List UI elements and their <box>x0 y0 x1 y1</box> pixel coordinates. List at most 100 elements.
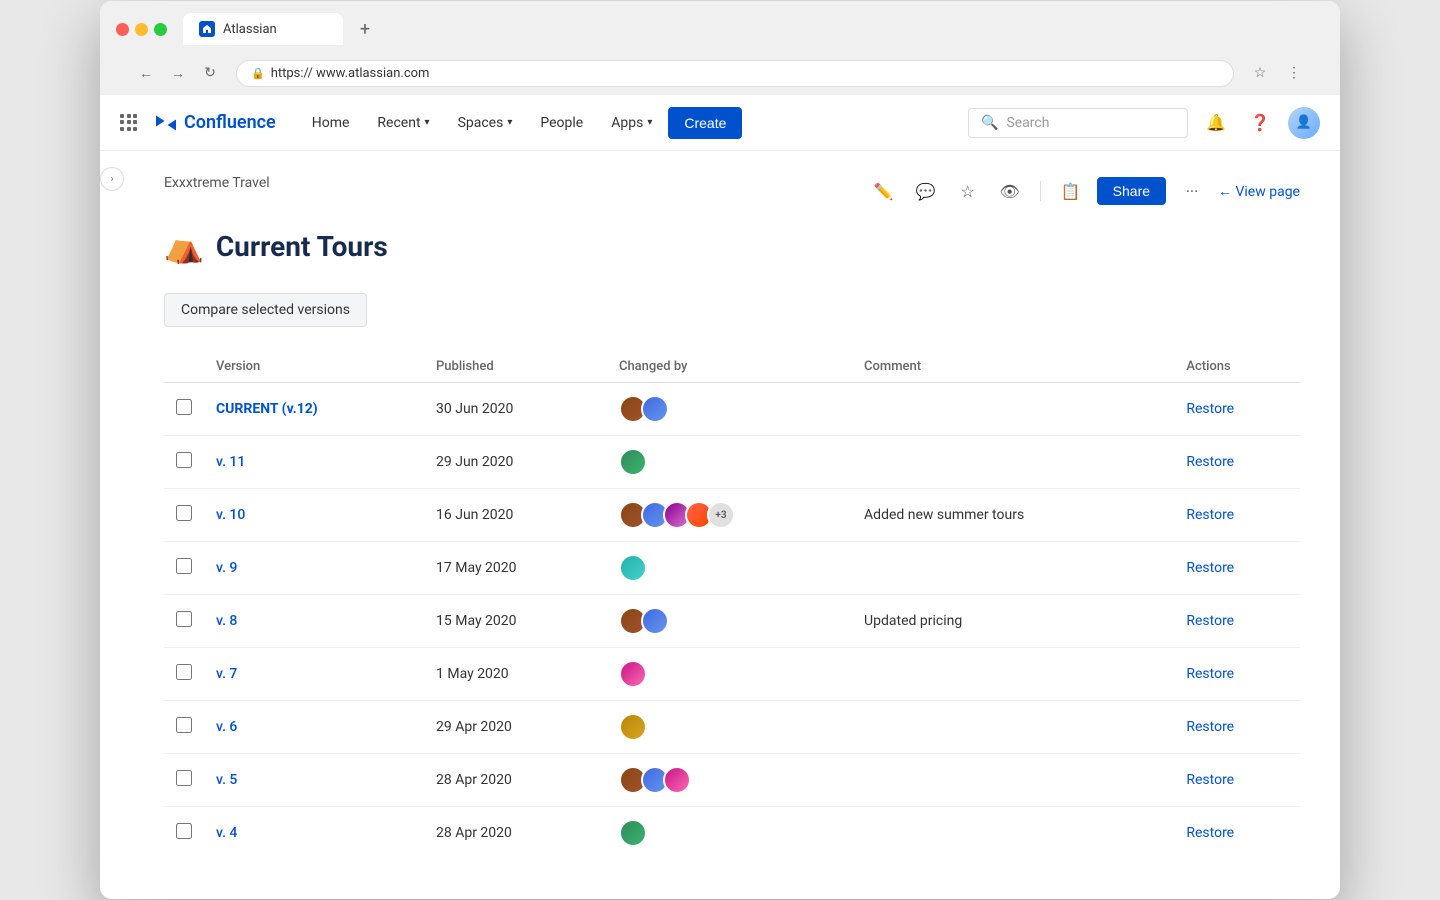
version-checkbox[interactable] <box>176 770 192 786</box>
sidebar-toggle: › <box>100 151 124 899</box>
table-row: v. 9 17 May 2020 Restore <box>164 542 1300 595</box>
version-checkbox[interactable] <box>176 611 192 627</box>
share-button[interactable]: Share <box>1097 177 1166 205</box>
help-button[interactable]: ❓ <box>1244 107 1276 139</box>
version-link[interactable]: v. 4 <box>216 825 237 841</box>
confluence-logo-text: Confluence <box>184 112 276 133</box>
version-comment <box>852 701 1174 754</box>
star-button[interactable]: ☆ <box>1246 59 1274 87</box>
restore-button[interactable]: Restore <box>1186 613 1234 629</box>
changed-by-avatars <box>607 701 852 754</box>
toggle-sidebar-button[interactable]: › <box>100 167 124 191</box>
restore-button[interactable]: Restore <box>1186 666 1234 682</box>
search-box[interactable]: 🔍 Search <box>968 108 1188 138</box>
more-button[interactable]: ⋮ <box>1280 59 1308 87</box>
comment-button[interactable]: 💬 <box>910 175 942 207</box>
active-tab[interactable]: Atlassian <box>183 13 343 45</box>
version-link[interactable]: v. 7 <box>216 666 237 682</box>
avatar <box>663 766 691 794</box>
avatar-count: +3 <box>707 501 735 529</box>
table-row: v. 815 May 2020Updated pricingRestore <box>164 595 1300 648</box>
table-header-actions: Actions <box>1174 351 1300 383</box>
new-tab-button[interactable]: + <box>351 15 379 43</box>
restore-button[interactable]: Restore <box>1186 825 1234 841</box>
breadcrumb: Exxxtreme Travel <box>164 171 270 191</box>
version-link[interactable]: v. 9 <box>216 560 237 576</box>
restore-button[interactable]: Restore <box>1186 507 1234 523</box>
maximize-button[interactable] <box>154 23 167 36</box>
nav-spaces[interactable]: Spaces ▾ <box>446 107 525 139</box>
version-comment <box>852 754 1174 807</box>
breadcrumb-item: Exxxtreme Travel <box>164 175 270 191</box>
top-nav: Confluence Home Recent ▾ Spaces ▾ People <box>100 95 1340 151</box>
reload-button[interactable]: ↻ <box>196 59 224 87</box>
version-link[interactable]: v. 11 <box>216 454 245 470</box>
version-comment <box>852 542 1174 595</box>
version-checkbox[interactable] <box>176 452 192 468</box>
page-actions: ✏️ 💬 ☆ 👁 📋 Share ··· ← View page <box>868 175 1300 207</box>
version-checkbox[interactable] <box>176 717 192 733</box>
version-checkbox[interactable] <box>176 664 192 680</box>
version-checkbox[interactable] <box>176 823 192 839</box>
version-comment <box>852 383 1174 436</box>
published-date: 16 Jun 2020 <box>424 489 607 542</box>
view-page-button[interactable]: ← View page <box>1218 183 1300 200</box>
watch-button[interactable]: 👁 <box>994 175 1026 207</box>
browser-tabs: Atlassian + <box>116 13 1324 45</box>
confluence-logo[interactable]: Confluence <box>154 111 276 135</box>
more-options-button[interactable]: ··· <box>1176 175 1208 207</box>
notifications-button[interactable]: 🔔 <box>1200 107 1232 139</box>
restore-button[interactable]: Restore <box>1186 454 1234 470</box>
published-date: 15 May 2020 <box>424 595 607 648</box>
table-row: v. 1129 Jun 2020Restore <box>164 436 1300 489</box>
published-date: 28 Apr 2020 <box>424 754 607 807</box>
restore-button[interactable]: Restore <box>1186 772 1234 788</box>
table-row: v. 71 May 2020Restore <box>164 648 1300 701</box>
app-switcher-icon[interactable] <box>120 114 138 132</box>
edit-button[interactable]: ✏️ <box>868 175 900 207</box>
restore-button[interactable]: Restore <box>1186 719 1234 735</box>
version-link[interactable]: v. 5 <box>216 772 237 788</box>
nav-recent[interactable]: Recent ▾ <box>365 107 441 139</box>
restore-button[interactable]: Restore <box>1186 401 1234 417</box>
nav-people[interactable]: People <box>528 107 595 139</box>
table-row: v. 1016 Jun 2020+3Added new summer tours… <box>164 489 1300 542</box>
version-link[interactable]: v. 8 <box>216 613 237 629</box>
version-checkbox[interactable] <box>176 399 192 415</box>
create-button[interactable]: Create <box>668 107 742 139</box>
version-table: Version Published Changed by Comment Act… <box>164 351 1300 859</box>
close-button[interactable] <box>116 23 129 36</box>
page-title: ⛺ Current Tours <box>164 227 1300 265</box>
restore-button[interactable]: Restore <box>1186 560 1234 576</box>
page-layout: › Exxxtreme Travel ✏️ 💬 ☆ 👁 📋 <box>100 151 1340 899</box>
star-page-button[interactable]: ☆ <box>952 175 984 207</box>
minimize-button[interactable] <box>135 23 148 36</box>
avatar <box>619 819 647 847</box>
url-bar[interactable]: 🔒 https:// www.atlassian.com <box>236 60 1234 87</box>
forward-button[interactable]: → <box>164 59 192 87</box>
browser-action-buttons: ☆ ⋮ <box>1246 59 1308 87</box>
traffic-lights <box>116 23 167 36</box>
nav-apps[interactable]: Apps ▾ <box>599 107 664 139</box>
nav-home[interactable]: Home <box>300 107 362 139</box>
copy-button[interactable]: 📋 <box>1055 175 1087 207</box>
changed-by-avatars <box>607 807 852 860</box>
spaces-chevron: ▾ <box>507 117 512 128</box>
recent-chevron: ▾ <box>425 117 430 128</box>
compare-versions-button[interactable]: Compare selected versions <box>164 293 367 327</box>
published-date: 17 May 2020 <box>424 542 607 595</box>
main-content: Exxxtreme Travel ✏️ 💬 ☆ 👁 📋 Share ··· ← … <box>124 151 1340 899</box>
user-avatar[interactable]: 👤 <box>1288 107 1320 139</box>
version-link[interactable]: v. 6 <box>216 719 237 735</box>
table-row: v. 6 29 Apr 2020 Restore <box>164 701 1300 754</box>
table-header-changed-by: Changed by <box>607 351 852 383</box>
avatar <box>619 554 647 582</box>
version-checkbox[interactable] <box>176 505 192 521</box>
published-date: 29 Apr 2020 <box>424 701 607 754</box>
lock-icon: 🔒 <box>251 67 265 80</box>
back-button[interactable]: ← <box>132 59 160 87</box>
version-link[interactable]: CURRENT (v.12) <box>216 401 318 417</box>
version-link[interactable]: v. 10 <box>216 507 245 523</box>
table-row: CURRENT (v.12)30 Jun 2020Restore <box>164 383 1300 436</box>
version-checkbox[interactable] <box>176 558 192 574</box>
